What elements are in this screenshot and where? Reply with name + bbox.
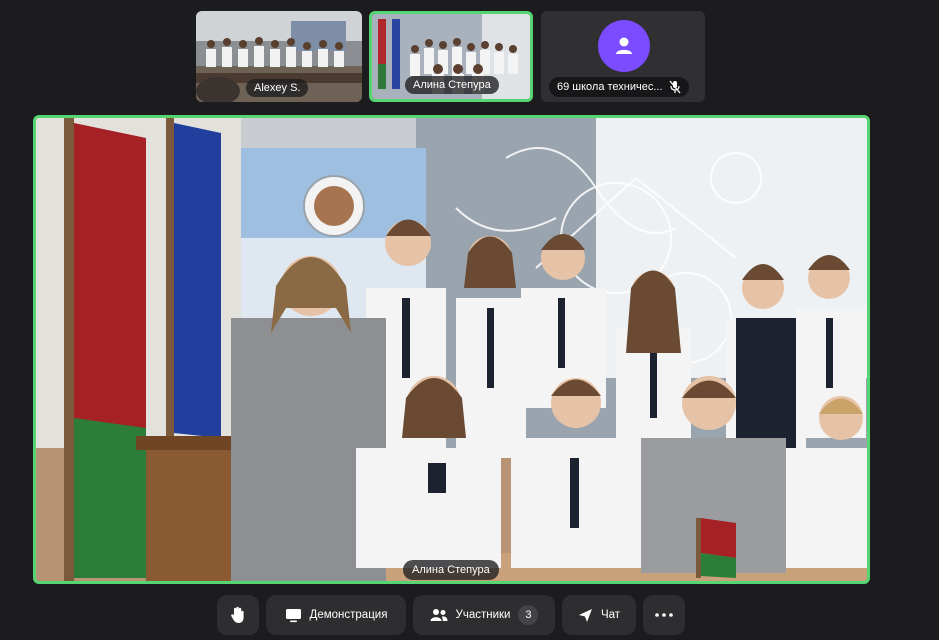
participant-tile-school[interactable]: 69 школа техничес... bbox=[541, 11, 705, 102]
mic-off-icon bbox=[669, 80, 681, 94]
screen-share-label: Демонстрация bbox=[309, 609, 388, 621]
avatar bbox=[598, 20, 650, 72]
raise-hand-button[interactable] bbox=[217, 595, 259, 635]
screen-share-button[interactable]: Демонстрация bbox=[266, 595, 406, 635]
participants-label: Участники bbox=[455, 609, 511, 621]
more-options-button[interactable] bbox=[643, 595, 685, 635]
main-video-feed bbox=[36, 118, 867, 581]
call-controls-toolbar: Демонстрация Участники 3 Чат bbox=[0, 595, 939, 637]
participants-count-badge: 3 bbox=[518, 605, 539, 625]
participant-name: Алина Степура bbox=[405, 76, 499, 94]
participant-name: Alexey S. bbox=[246, 79, 309, 97]
more-dots-icon bbox=[655, 613, 673, 617]
participant-name-tag: 69 школа техничес... bbox=[549, 77, 689, 97]
main-video-tile[interactable] bbox=[33, 115, 870, 584]
users-icon bbox=[430, 609, 448, 621]
chat-label: Чат bbox=[600, 609, 621, 621]
user-icon bbox=[616, 37, 632, 54]
participant-name: 69 школа техничес... bbox=[557, 81, 663, 93]
participant-tile-alexey[interactable]: Alexey S. bbox=[196, 11, 362, 102]
participants-button[interactable]: Участники 3 bbox=[413, 595, 555, 635]
main-speaker-name: Алина Степура bbox=[403, 560, 499, 580]
chat-button[interactable]: Чат bbox=[562, 595, 636, 635]
send-icon bbox=[578, 608, 592, 622]
participant-tile-alina[interactable]: Алина Степура bbox=[369, 11, 533, 102]
hand-icon bbox=[231, 606, 244, 623]
monitor-icon bbox=[285, 608, 301, 622]
